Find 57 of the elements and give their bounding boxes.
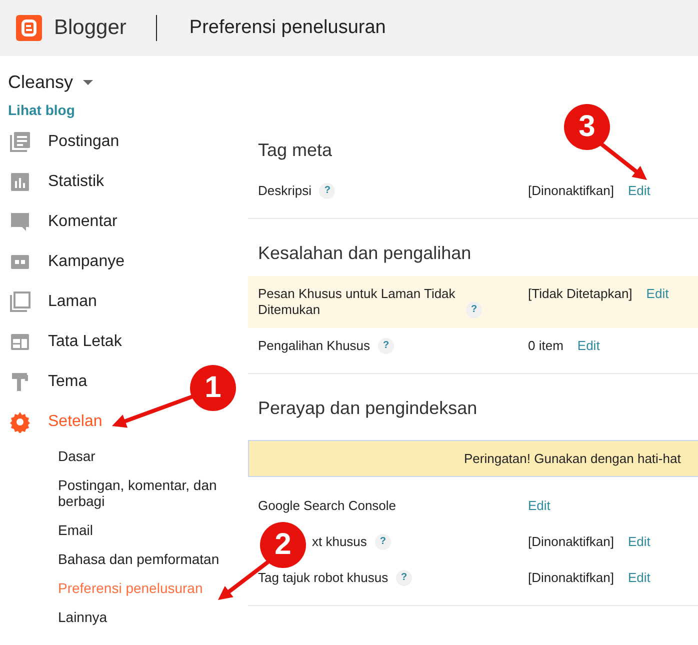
section-heading: Kesalahan dan pengalihan [258, 242, 472, 264]
brand-name: Blogger [54, 16, 126, 40]
setting-label: Pesan Khusus untuk Laman Tidak Ditemukan [258, 286, 456, 318]
setting-value: [Dinonaktifkan] [528, 183, 614, 199]
setting-label: Tag tajuk robot khusus [258, 570, 388, 586]
help-button[interactable]: ? [466, 302, 482, 318]
nav-item[interactable]: Tata Letak [0, 322, 130, 362]
settings-icon [9, 411, 31, 433]
section-heading: Perayap dan pengindeksan [258, 397, 478, 419]
step-number-badge: 1 [190, 365, 236, 411]
setting-label: Deskripsi [258, 183, 312, 199]
settings-subitem[interactable]: Bahasa dan pemformatan [58, 545, 233, 574]
view-blog-link[interactable]: Lihat blog [0, 102, 248, 122]
blog-name[interactable]: Cleansy [8, 72, 74, 92]
edit-link[interactable]: Edit [628, 570, 650, 586]
blogger-logo-icon [16, 15, 42, 41]
setting-label: xt khusus [312, 534, 367, 550]
edit-link[interactable]: Edit [646, 286, 669, 302]
comments-icon [9, 211, 31, 233]
setting-value: [Tidak Ditetapkan] [528, 286, 632, 302]
edit-link[interactable]: Edit [577, 338, 600, 354]
settings-subitem[interactable]: Lainnya [58, 603, 233, 632]
nav-item[interactable]: Kampanye [0, 242, 132, 282]
section-heading: Tag meta [258, 139, 332, 161]
settings-subitem[interactable]: Postingan, komentar, dan berbagi [58, 471, 233, 516]
stats-icon [9, 171, 31, 193]
dropdown-caret-icon[interactable] [83, 80, 94, 84]
nav-item[interactable]: Komentar [0, 202, 126, 242]
theme-icon [9, 371, 31, 393]
page-title: Preferensi penelusuran [189, 17, 386, 39]
settings-subitem[interactable]: Preferensi penelusuran [58, 574, 233, 603]
edit-link[interactable]: Edit [628, 183, 650, 199]
step-number-badge: 3 [564, 104, 610, 150]
help-button[interactable]: ? [319, 183, 336, 199]
nav-item[interactable]: Setelan [0, 402, 110, 442]
help-button[interactable]: ? [374, 534, 391, 550]
nav-item[interactable]: Tema [0, 362, 96, 402]
nav-item[interactable]: Laman [0, 282, 105, 322]
help-button[interactable]: ? [378, 338, 394, 354]
help-button[interactable]: ? [396, 570, 412, 586]
setting-value: [Dinonaktifkan] [528, 570, 614, 586]
warning-banner: Peringatan! Gunakan dengan hati-hat [248, 440, 698, 477]
setting-value: [Dinonaktifkan] [528, 534, 614, 550]
edit-link[interactable]: Edit [528, 498, 550, 514]
nav-item[interactable]: Statistik [0, 162, 112, 202]
pages-icon [9, 291, 31, 313]
settings-subitem[interactable]: Dasar [58, 442, 233, 471]
setting-label: Pengalihan Khusus [258, 338, 370, 354]
nav-item[interactable]: Postingan [0, 122, 128, 162]
annotation-arrow [598, 141, 647, 180]
step-number-badge: 2 [260, 522, 306, 568]
posts-icon [9, 131, 31, 153]
setting-label: Google Search Console [258, 498, 396, 514]
setting-value: 0 item [528, 338, 564, 354]
layout-icon [9, 331, 31, 353]
edit-link[interactable]: Edit [628, 534, 650, 550]
settings-subitem[interactable]: Email [58, 516, 233, 545]
